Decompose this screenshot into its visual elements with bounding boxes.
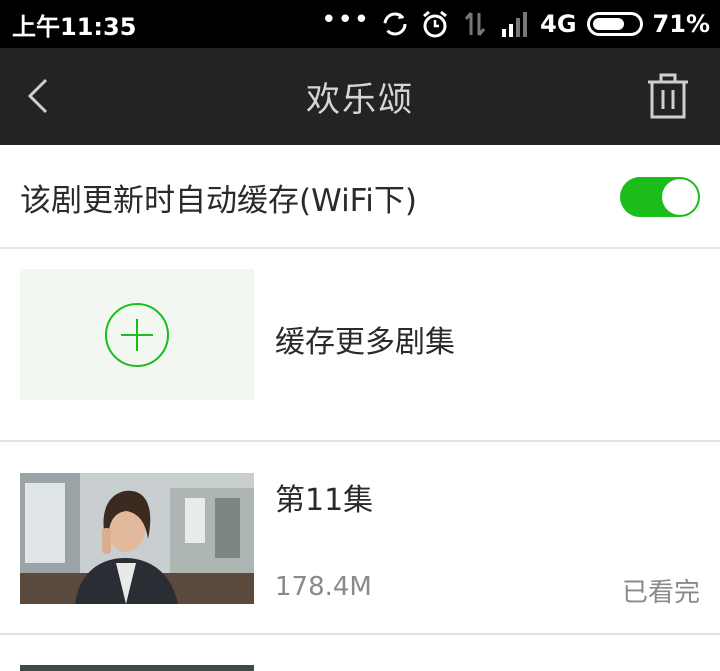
page-title: 欢乐颂 (306, 80, 414, 120)
episode-thumbnail (20, 665, 254, 671)
status-bar: 上午11:35 ••• 4G 71% (0, 0, 720, 48)
cache-more-label: 缓存更多剧集 (275, 325, 455, 360)
auto-cache-row: 该剧更新时自动缓存(WiFi下) (0, 145, 720, 249)
signal-icon (502, 12, 528, 37)
episode-row[interactable]: 第11集 178.4M 已看完 (0, 442, 720, 635)
episode-row-partial[interactable] (0, 637, 720, 671)
status-indicators: ••• 4G 71% (321, 6, 710, 42)
episode-title: 第11集 (275, 483, 374, 518)
plus-circle-icon (105, 303, 169, 367)
toggle-knob (662, 179, 698, 215)
trash-icon[interactable] (646, 72, 690, 120)
auto-cache-label: 该剧更新时自动缓存(WiFi下) (20, 183, 417, 219)
alarm-icon (423, 10, 448, 38)
network-type: 4G (540, 10, 577, 38)
battery-icon (586, 12, 643, 36)
auto-cache-toggle[interactable] (620, 177, 700, 217)
sync-icon (383, 12, 407, 36)
status-time: 上午11:35 (12, 13, 137, 41)
cache-more-tile[interactable] (20, 269, 254, 400)
battery-fill (592, 18, 624, 30)
episode-thumbnail (20, 473, 254, 604)
episode-watch-status: 已看完 (621, 578, 700, 608)
cache-more-row[interactable]: 缓存更多剧集 (0, 249, 720, 442)
episode-size: 178.4M (275, 572, 372, 602)
app-header: 欢乐颂 (0, 48, 720, 145)
battery-percent: 71% (652, 10, 710, 38)
notification-dots: ••• (321, 5, 371, 35)
data-arrows-icon (464, 12, 486, 36)
